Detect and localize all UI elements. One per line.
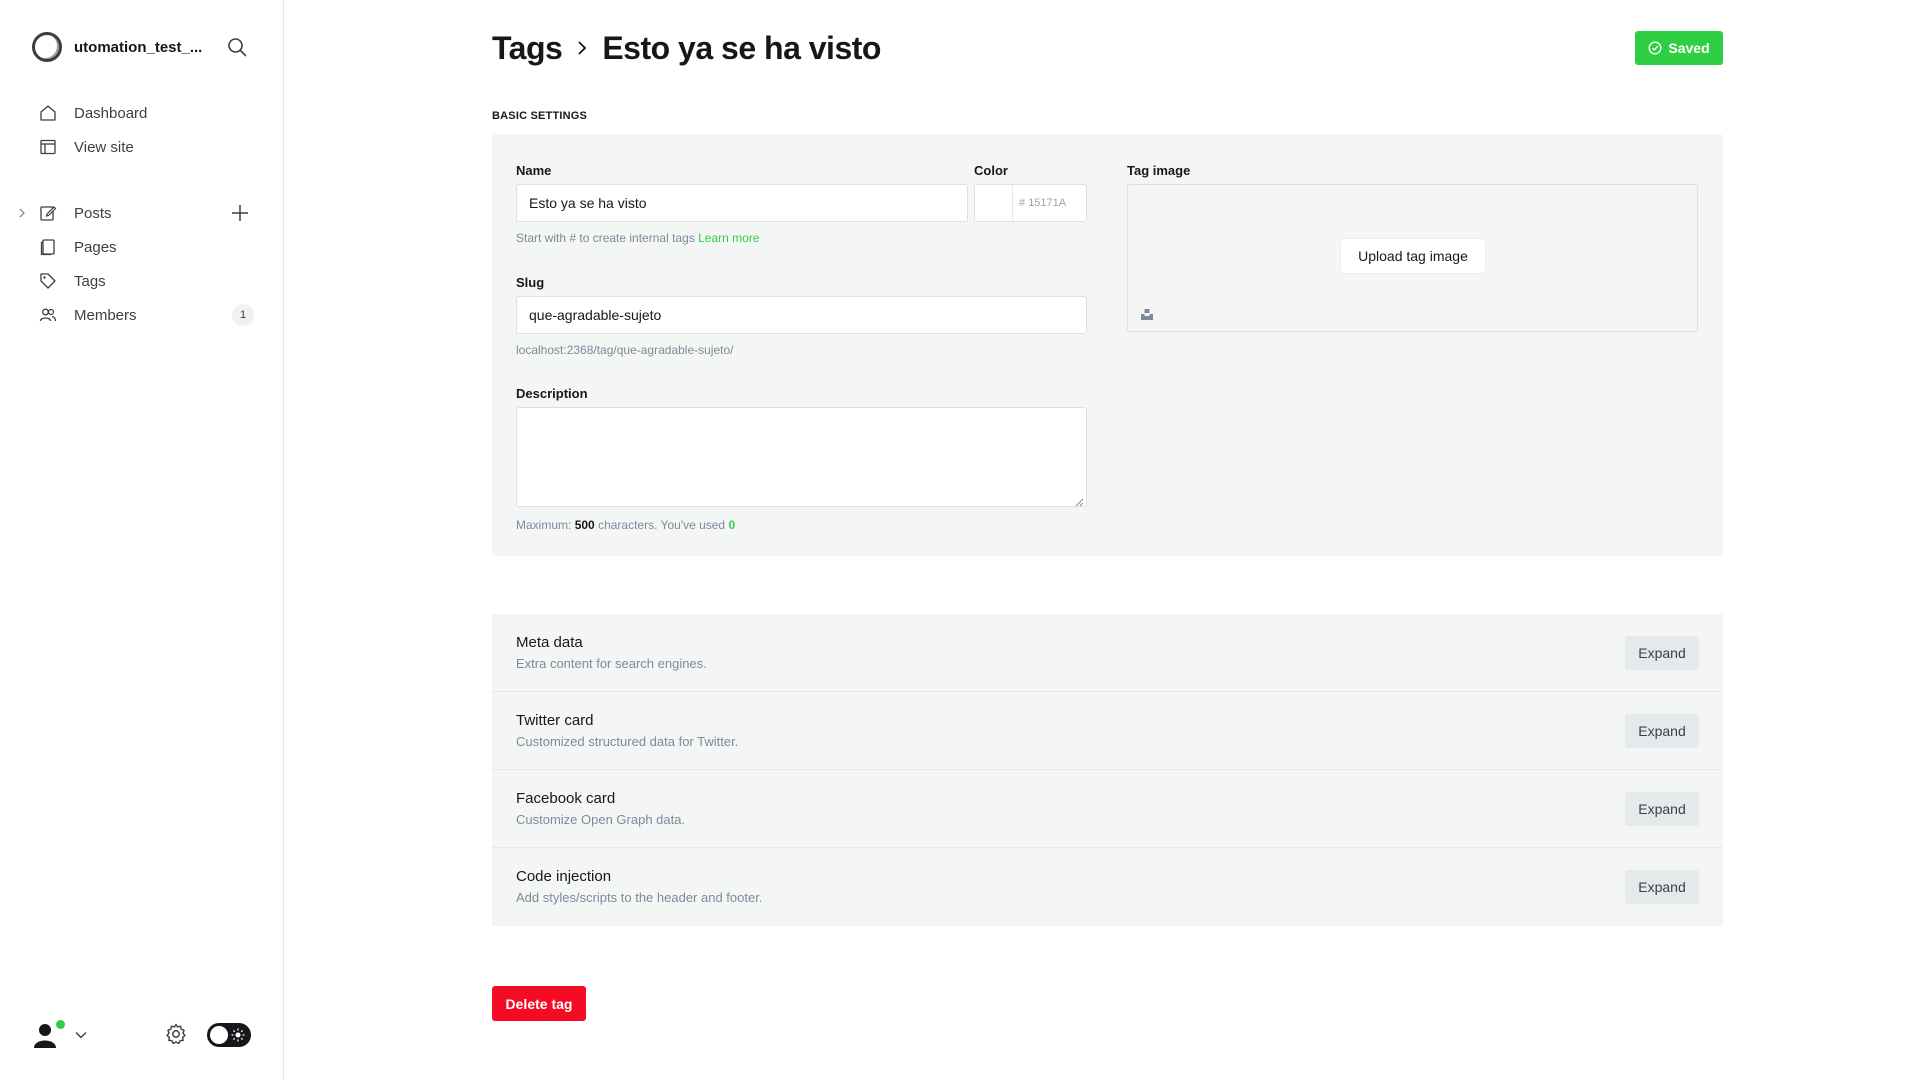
toggle-knob bbox=[210, 1026, 228, 1044]
nav-item-dashboard[interactable]: Dashboard bbox=[32, 96, 254, 130]
sidebar-footer bbox=[32, 1018, 254, 1052]
basic-settings-card: Name Esto ya se ha visto Start with # to… bbox=[492, 134, 1723, 556]
color-swatch[interactable] bbox=[975, 185, 1013, 221]
section-title: Meta data bbox=[516, 634, 583, 651]
slug-url: localhost:2368/tag/que-agradable-sujeto/ bbox=[516, 343, 734, 357]
content-nav: Posts Pages Tags Members 1 bbox=[19, 196, 254, 332]
delete-tag-button[interactable]: Delete tag bbox=[492, 986, 586, 1021]
tag-image-dropzone[interactable]: Upload tag image bbox=[1127, 184, 1698, 332]
code-injection-section: Code injection Add styles/scripts to the… bbox=[492, 848, 1723, 926]
nav-label: Tags bbox=[74, 272, 106, 290]
desc-hint-prefix: Maximum: bbox=[516, 518, 572, 532]
nav-item-tags[interactable]: Tags bbox=[32, 264, 254, 298]
expand-twitter-card-button[interactable]: Expand bbox=[1625, 714, 1699, 748]
desc-used-count: 0 bbox=[728, 518, 736, 532]
check-circle-icon bbox=[1648, 41, 1662, 55]
page-icon bbox=[38, 237, 58, 257]
gear-icon[interactable] bbox=[164, 1022, 188, 1046]
saved-button[interactable]: Saved bbox=[1635, 31, 1723, 65]
nav-label: Dashboard bbox=[74, 104, 148, 122]
members-count-badge: 1 bbox=[232, 304, 254, 326]
theme-toggle[interactable] bbox=[207, 1023, 251, 1047]
section-title: Twitter card bbox=[516, 712, 594, 729]
user-avatar[interactable] bbox=[32, 1020, 65, 1050]
name-hint: Start with # to create internal tags Lea… bbox=[516, 231, 759, 245]
description-textarea[interactable] bbox=[516, 407, 1087, 507]
nav-item-posts[interactable]: Posts bbox=[19, 196, 254, 230]
browser-icon bbox=[38, 137, 58, 157]
chevron-down-icon[interactable] bbox=[74, 1028, 88, 1042]
section-title: Code injection bbox=[516, 868, 612, 885]
chevron-right-icon bbox=[572, 38, 592, 58]
section-description: Extra content for search engines. bbox=[516, 656, 707, 671]
breadcrumb: Tags Esto ya se ha visto bbox=[492, 28, 881, 68]
primary-nav: Dashboard View site bbox=[32, 96, 254, 164]
nav-item-pages[interactable]: Pages bbox=[32, 230, 254, 264]
search-icon[interactable] bbox=[226, 36, 248, 58]
description-hint: Maximum: 500 characters. You've used 0 bbox=[516, 518, 735, 532]
site-title[interactable]: utomation_test_... bbox=[74, 39, 214, 56]
color-input[interactable]: # 15171A bbox=[1013, 185, 1086, 221]
name-input[interactable]: Esto ya se ha visto bbox=[516, 184, 968, 222]
desc-max: 500 bbox=[574, 518, 595, 532]
meta-data-section: Meta data Extra content for search engin… bbox=[492, 614, 1723, 692]
sidebar: utomation_test_... Dashboard View site P… bbox=[0, 0, 284, 1080]
nav-item-members[interactable]: Members 1 bbox=[32, 298, 254, 332]
color-placeholder: 15171A bbox=[1028, 197, 1067, 209]
resize-handle-icon[interactable] bbox=[1074, 494, 1084, 507]
unsplash-icon[interactable] bbox=[1140, 307, 1154, 321]
section-label: Basic settings bbox=[492, 110, 588, 122]
site-logo bbox=[32, 32, 62, 62]
slug-label: Slug bbox=[516, 275, 545, 290]
color-hash: # bbox=[1019, 197, 1026, 209]
section-description: Add styles/scripts to the header and foo… bbox=[516, 890, 763, 905]
desc-hint-mid: characters. You've used bbox=[598, 518, 726, 532]
expand-meta-data-button[interactable]: Expand bbox=[1625, 636, 1699, 670]
page-title: Esto ya se ha visto bbox=[602, 29, 881, 66]
slug-input[interactable]: que-agradable-sujeto bbox=[516, 296, 1087, 334]
nav-item-view-site[interactable]: View site bbox=[32, 130, 254, 164]
section-title: Facebook card bbox=[516, 790, 616, 807]
sun-icon bbox=[231, 1028, 245, 1042]
expand-facebook-card-button[interactable]: Expand bbox=[1625, 792, 1699, 826]
nav-label: Pages bbox=[74, 238, 117, 256]
facebook-card-section: Facebook card Customize Open Graph data.… bbox=[492, 770, 1723, 848]
color-label: Color bbox=[974, 163, 1008, 178]
section-description: Customized structured data for Twitter. bbox=[516, 734, 739, 749]
tag-image-label: Tag image bbox=[1127, 163, 1191, 178]
twitter-card-section: Twitter card Customized structured data … bbox=[492, 692, 1723, 770]
name-label: Name bbox=[516, 163, 552, 178]
home-icon bbox=[38, 103, 58, 123]
add-post-icon[interactable] bbox=[230, 203, 250, 223]
expand-code-injection-button[interactable]: Expand bbox=[1625, 870, 1699, 904]
saved-label: Saved bbox=[1668, 40, 1710, 56]
tag-icon bbox=[38, 271, 58, 291]
section-description: Customize Open Graph data. bbox=[516, 812, 686, 827]
name-hint-text: Start with # to create internal tags bbox=[516, 231, 695, 245]
edit-icon bbox=[38, 203, 58, 223]
nav-label: Members bbox=[74, 306, 137, 324]
breadcrumb-tags-link[interactable]: Tags bbox=[492, 30, 563, 67]
chevron-right-icon[interactable] bbox=[16, 206, 28, 218]
nav-label: View site bbox=[74, 138, 134, 156]
nav-label: Posts bbox=[74, 204, 112, 222]
upload-tag-image-button[interactable]: Upload tag image bbox=[1341, 239, 1485, 273]
online-status-dot bbox=[56, 1020, 65, 1029]
advanced-settings-list: Meta data Extra content for search engin… bbox=[492, 614, 1723, 926]
site-header[interactable]: utomation_test_... bbox=[32, 30, 254, 64]
members-icon bbox=[38, 305, 58, 325]
description-label: Description bbox=[516, 386, 588, 401]
color-field: # 15171A bbox=[974, 184, 1087, 222]
learn-more-link[interactable]: Learn more bbox=[698, 231, 759, 245]
